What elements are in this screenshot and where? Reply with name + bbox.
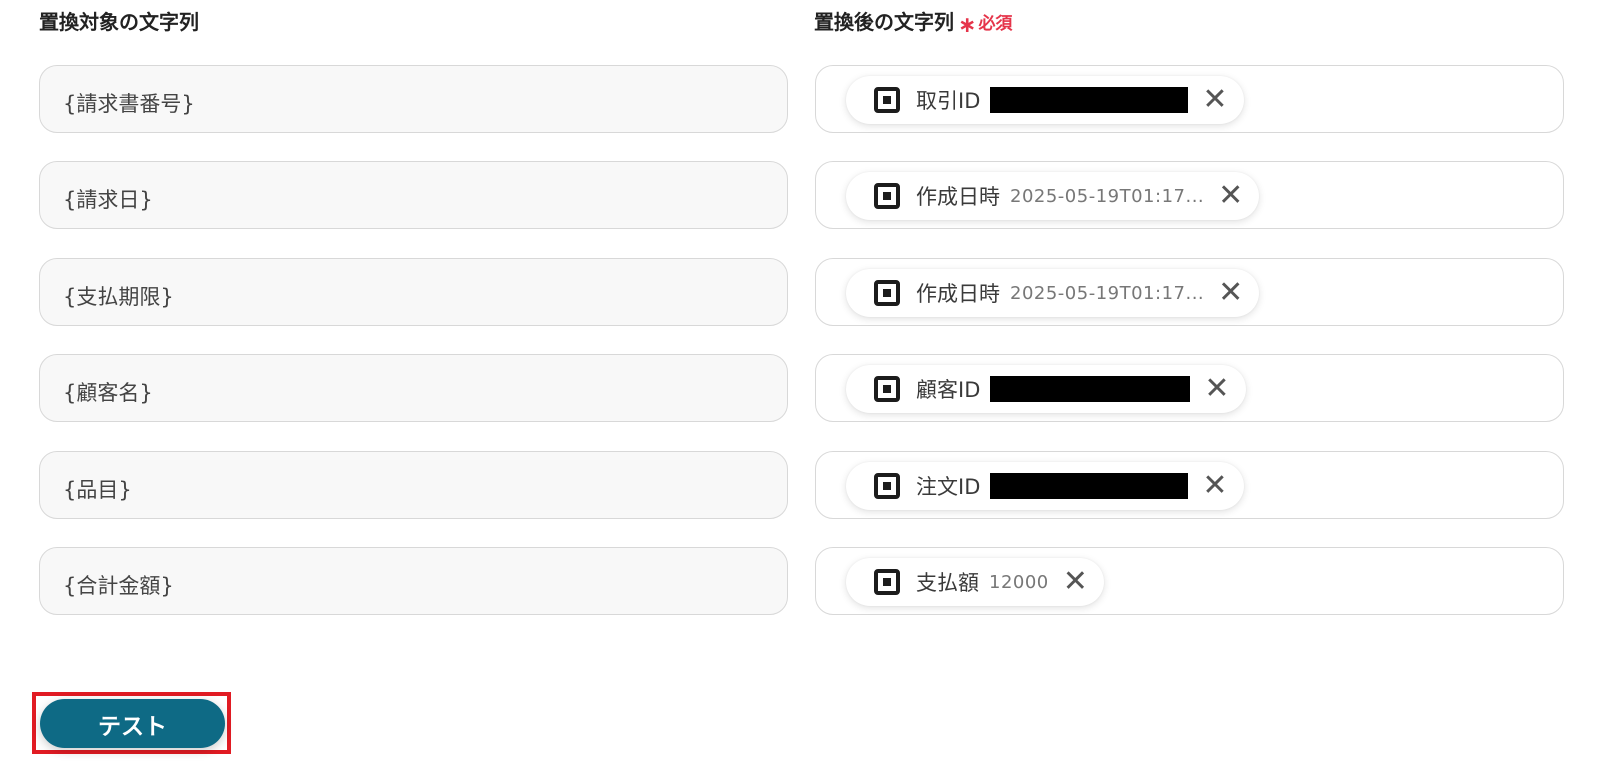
remove-chip-icon[interactable]: ✕ xyxy=(1218,278,1243,308)
source-string-text: {品目} xyxy=(63,478,132,502)
replacement-value-field[interactable]: 作成日時 2025-05-19T01:17... ✕ xyxy=(815,161,1564,229)
source-string-text: {請求日} xyxy=(63,188,153,212)
chip-value: 2025-05-19T01:17... xyxy=(1010,282,1205,304)
source-string-field[interactable]: {顧客名} xyxy=(39,354,788,422)
chip-label: 注文ID xyxy=(916,475,981,499)
source-string-text: {支払期限} xyxy=(63,285,174,309)
source-string-field[interactable]: {品目} xyxy=(39,451,788,519)
remove-chip-icon[interactable]: ✕ xyxy=(1204,374,1229,404)
replacement-value-field[interactable]: 作成日時 2025-05-19T01:17... ✕ xyxy=(815,258,1564,326)
replacement-value-field[interactable]: 支払額 12000 ✕ xyxy=(815,547,1564,615)
chip-label: 作成日時 xyxy=(916,185,1000,209)
variable-chip[interactable]: 取引ID ✕ xyxy=(846,76,1244,124)
chip-label: 支払額 xyxy=(916,571,979,595)
square-app-icon xyxy=(874,87,900,113)
redacted-value xyxy=(990,473,1189,499)
replacement-value-field[interactable]: 注文ID ✕ xyxy=(815,451,1564,519)
square-app-icon xyxy=(874,376,900,402)
variable-chip[interactable]: 作成日時 2025-05-19T01:17... ✕ xyxy=(846,269,1260,317)
replacement-value-field[interactable]: 取引ID ✕ xyxy=(815,65,1564,133)
square-app-icon xyxy=(874,569,900,595)
target-column-heading: 置換後の文字列 ∗ 必須 xyxy=(814,6,1012,38)
variable-chip[interactable]: 作成日時 2025-05-19T01:17... ✕ xyxy=(846,172,1260,220)
square-app-icon xyxy=(874,473,900,499)
source-string-field[interactable]: {合計金額} xyxy=(39,547,788,615)
source-string-field[interactable]: {請求書番号} xyxy=(39,65,788,133)
chip-value: 12000 xyxy=(989,571,1049,593)
required-asterisk-icon: ∗ xyxy=(958,13,977,38)
source-string-text: {請求書番号} xyxy=(63,92,195,116)
replacement-row: {顧客名} 顧客ID ✕ xyxy=(0,354,1600,424)
chip-label: 作成日時 xyxy=(916,282,1000,306)
variable-chip[interactable]: 顧客ID ✕ xyxy=(846,365,1246,413)
chip-label: 取引ID xyxy=(916,89,981,113)
replacement-row: {品目} 注文ID ✕ xyxy=(0,451,1600,521)
chip-value: 2025-05-19T01:17... xyxy=(1010,185,1205,207)
replacement-row: {支払期限} 作成日時 2025-05-19T01:17... ✕ xyxy=(0,258,1600,328)
replacement-value-field[interactable]: 顧客ID ✕ xyxy=(815,354,1564,422)
source-string-field[interactable]: {支払期限} xyxy=(39,258,788,326)
chip-label: 顧客ID xyxy=(916,378,981,402)
replacement-row: {合計金額} 支払額 12000 ✕ xyxy=(0,547,1600,617)
remove-chip-icon[interactable]: ✕ xyxy=(1218,181,1243,211)
square-app-icon xyxy=(874,280,900,306)
variable-chip[interactable]: 支払額 12000 ✕ xyxy=(846,558,1104,606)
replacement-row: {請求書番号} 取引ID ✕ xyxy=(0,65,1600,135)
test-button[interactable]: テスト xyxy=(40,699,225,748)
remove-chip-icon[interactable]: ✕ xyxy=(1063,567,1088,597)
variable-chip[interactable]: 注文ID ✕ xyxy=(846,462,1244,510)
replacement-row: {請求日} 作成日時 2025-05-19T01:17... ✕ xyxy=(0,161,1600,231)
remove-chip-icon[interactable]: ✕ xyxy=(1202,471,1227,501)
source-string-text: {顧客名} xyxy=(63,381,153,405)
source-column-heading: 置換対象の文字列 xyxy=(39,10,199,34)
redacted-value xyxy=(990,376,1191,402)
redacted-value xyxy=(990,87,1189,113)
required-label: 必須 xyxy=(978,14,1013,34)
source-string-field[interactable]: {請求日} xyxy=(39,161,788,229)
target-heading-text: 置換後の文字列 xyxy=(814,10,954,34)
required-indicator: ∗ 必須 xyxy=(958,13,1013,38)
remove-chip-icon[interactable]: ✕ xyxy=(1202,85,1227,115)
square-app-icon xyxy=(874,183,900,209)
source-string-text: {合計金額} xyxy=(63,574,174,598)
